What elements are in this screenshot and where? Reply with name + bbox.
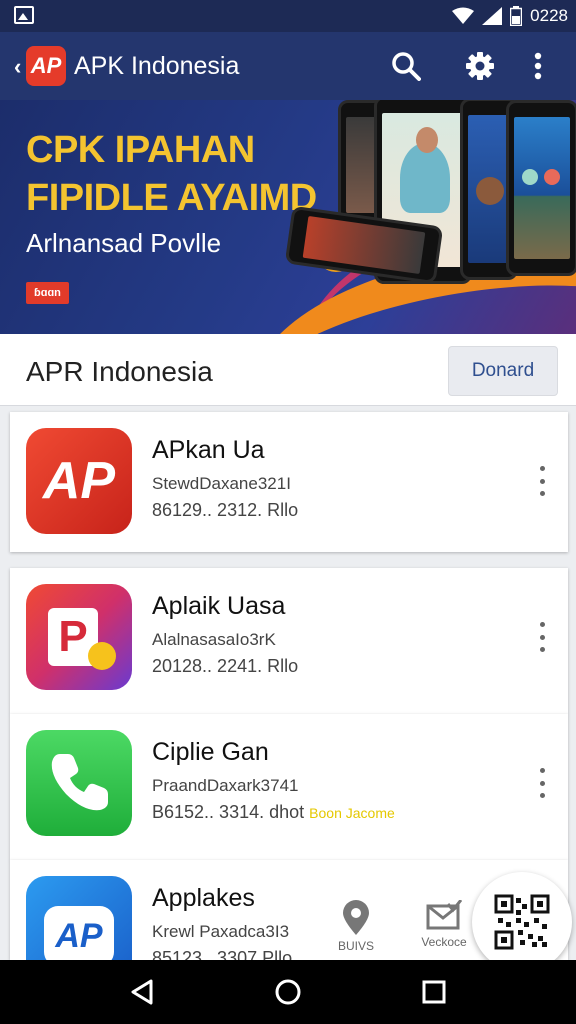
app-meta: 85123.. 3307 Pllo	[152, 948, 292, 960]
mail-check-icon	[426, 899, 463, 930]
app-name: APkan Ua	[152, 436, 265, 464]
status-clock: 0228	[530, 6, 568, 25]
app-icon: P	[26, 584, 132, 690]
app-title: APK Indonesia	[74, 52, 240, 80]
wifi-icon	[452, 7, 475, 24]
gear-icon	[466, 52, 494, 80]
banner-headline-line2: FIPIDLE AYAIMD	[26, 177, 317, 219]
bottom-tab-mail[interactable]: Veckoce	[414, 899, 474, 949]
recents-square-icon	[422, 980, 446, 1004]
download-button[interactable]: Donard	[448, 346, 558, 396]
app-name: Aplaik Uasa	[152, 592, 286, 620]
overflow-menu-button[interactable]	[520, 48, 556, 84]
section-header: APR Indonesia Donard	[0, 334, 576, 406]
app-package: StewdDaxane321I	[152, 474, 291, 493]
more-vert-icon[interactable]	[540, 768, 546, 798]
app-list-item[interactable]: AP APkan Ua StewdDaxane321I 86129.. 2312…	[10, 412, 568, 552]
back-triangle-icon	[131, 979, 153, 1005]
app-list-item[interactable]: Ciplie Gan PraandDaxark3741 B6152.. 3314…	[10, 714, 568, 860]
app-meta-text: B6152.. 3314. dhot	[152, 802, 305, 822]
gallery-icon	[14, 6, 34, 24]
app-package: PraandDaxark3741	[152, 776, 299, 795]
settings-button[interactable]	[462, 48, 498, 84]
phone-icon	[51, 754, 108, 811]
banner-subtitle: Arlnansad Povlle	[26, 228, 222, 258]
system-nav-bar	[0, 960, 576, 1024]
qr-code-icon	[494, 894, 550, 950]
nav-home-button[interactable]	[272, 976, 304, 1008]
qr-scan-button[interactable]	[472, 872, 572, 972]
signal-icon	[482, 7, 503, 25]
app-meta: B6152.. 3314. dhot Boon Jacome	[152, 802, 395, 823]
app-meta-text: 85123.. 3307 Pllo	[152, 948, 293, 960]
app-icon	[26, 730, 132, 836]
app-package: AlalnasasaIo3rK	[152, 630, 276, 649]
app-name: Ciplie Gan	[152, 738, 269, 766]
app-name: Applakes	[152, 884, 255, 912]
search-button[interactable]	[388, 48, 424, 84]
battery-icon	[510, 6, 523, 26]
app-list-item[interactable]: P Aplaik Uasa AlalnasasaIo3rK 20128.. 22…	[10, 568, 568, 714]
app-icon: AP	[26, 428, 132, 534]
bottom-tab-label: Veckoce	[421, 935, 467, 949]
bottom-tab-location[interactable]: BUIVS	[326, 900, 386, 953]
more-vert-icon[interactable]	[540, 466, 546, 496]
app-meta: 86129.. 2312. Rllo	[152, 500, 298, 521]
app-meta-text: 86129.. 2312. Rllo	[152, 500, 299, 520]
promo-banner[interactable]: CPK IPAHAN FIPIDLE AYAIMD Arlnansad Povl…	[0, 100, 576, 334]
app-package: Krewl Paxadca3I3	[152, 922, 290, 941]
nav-recents-button[interactable]	[418, 976, 450, 1008]
search-icon	[392, 52, 421, 81]
phone-illustration	[506, 100, 576, 276]
location-pin-icon	[343, 900, 369, 935]
app-icon: AP	[26, 876, 132, 960]
app-meta-text: 20128.. 2241. Rllo	[152, 656, 299, 676]
banner-badge: ɓɑɑn	[26, 282, 69, 304]
more-vert-icon	[534, 52, 542, 80]
nav-back-button[interactable]	[126, 976, 158, 1008]
status-bar: 0228	[0, 0, 576, 32]
banner-headline-line1: CPK IPAHAN	[26, 129, 255, 171]
app-bar: ‹ AP APK Indonesia	[0, 32, 576, 100]
app-logo: AP	[26, 46, 66, 86]
banner-headline: CPK IPAHAN FIPIDLE AYAIMD	[26, 126, 317, 222]
app-meta-highlight: Boon Jacome	[309, 805, 395, 821]
section-title: APR Indonesia	[26, 356, 213, 387]
home-circle-icon	[275, 979, 301, 1005]
app-meta: 20128.. 2241. Rllo	[152, 656, 298, 677]
chevron-left-icon[interactable]: ‹	[14, 54, 21, 80]
bottom-tab-label: BUIVS	[337, 939, 374, 953]
more-vert-icon[interactable]	[540, 622, 546, 652]
